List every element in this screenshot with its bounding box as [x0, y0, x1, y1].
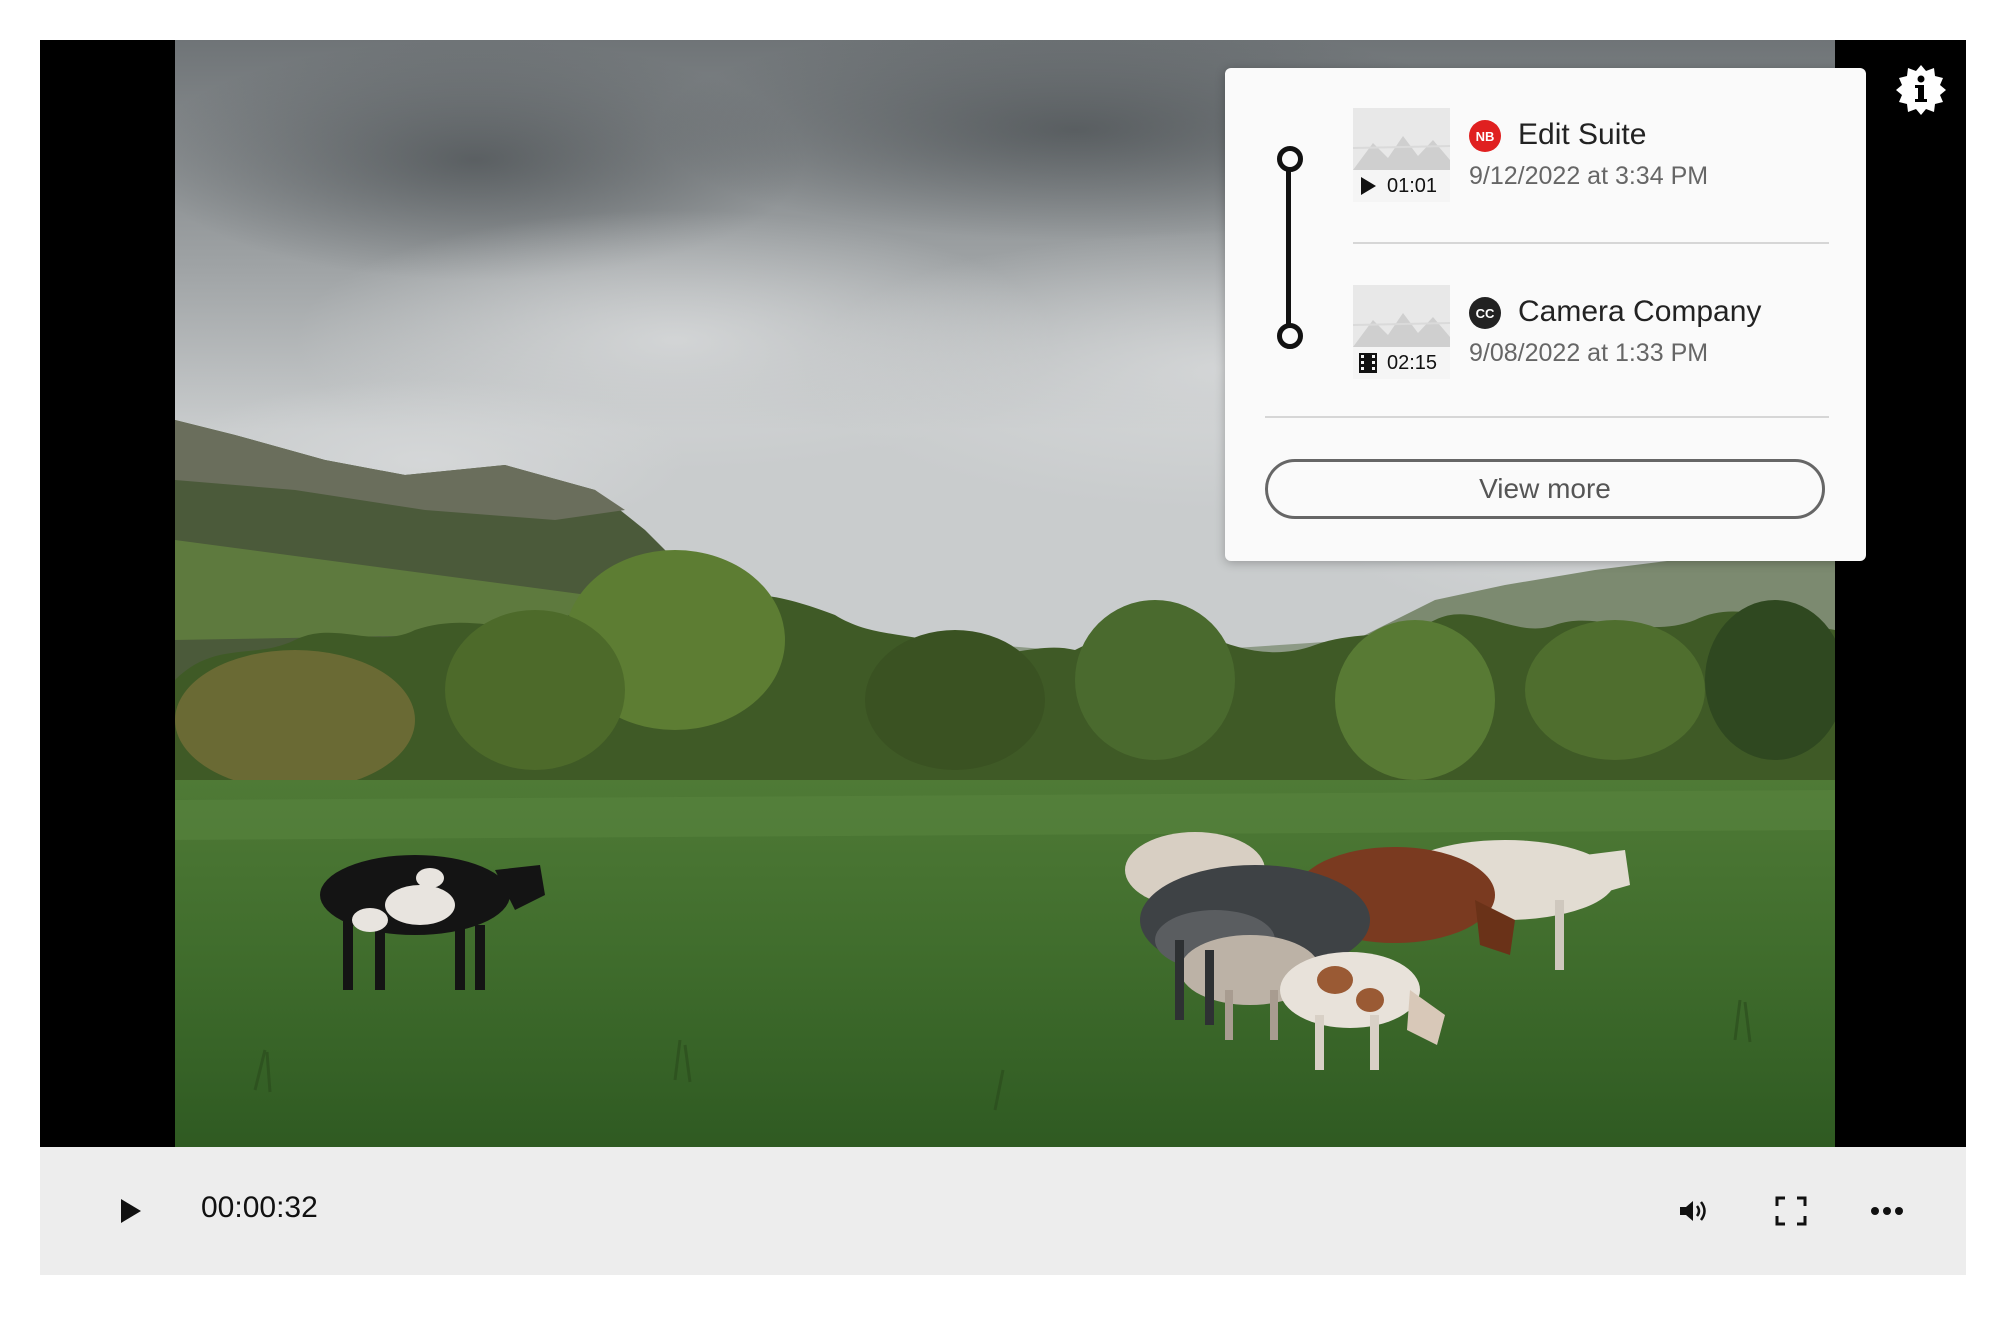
volume-button[interactable] [1665, 1181, 1725, 1241]
current-time: 00:00:32 [201, 1191, 318, 1224]
video-player: 01:01 NB Edit Suite 9/12/2022 at 3:34 PM [40, 40, 1966, 1275]
version-date: 9/12/2022 at 3:34 PM [1469, 162, 1709, 190]
version-duration: 01:01 [1387, 174, 1438, 197]
info-badge-icon [1896, 65, 1946, 115]
timeline-node [1277, 323, 1303, 349]
thumbnail-image [1353, 108, 1450, 170]
volume-icon [1680, 1201, 1706, 1221]
version-divider [1353, 242, 1829, 244]
film-icon [1357, 352, 1379, 374]
timeline-node [1277, 146, 1303, 172]
thumbnail-meta: 01:01 [1353, 170, 1450, 202]
fullscreen-button[interactable] [1761, 1181, 1821, 1241]
version-name: Camera Company [1518, 295, 1762, 328]
video-area[interactable]: 01:01 NB Edit Suite 9/12/2022 at 3:34 PM [40, 40, 1966, 1147]
version-name: Edit Suite [1518, 118, 1647, 151]
thumbnail-image [1353, 285, 1450, 347]
source-badge: NB [1469, 120, 1501, 152]
control-bar: 00:00:32 [40, 1147, 1966, 1275]
version-duration: 02:15 [1387, 351, 1438, 374]
timeline-line [1286, 156, 1291, 334]
thumbnail-meta: 02:15 [1353, 347, 1450, 379]
version-item-camera-company[interactable]: 02:15 CC Camera Company 9/08/2022 at 1:3… [1353, 285, 1829, 385]
play-button[interactable] [100, 1181, 160, 1241]
version-history-popover: 01:01 NB Edit Suite 9/12/2022 at 3:34 PM [1225, 68, 1866, 561]
more-options-button[interactable] [1857, 1181, 1917, 1241]
info-button[interactable] [1893, 62, 1949, 118]
source-badge: CC [1469, 297, 1501, 329]
view-more-button[interactable]: View more [1265, 459, 1825, 519]
version-date: 9/08/2022 at 1:33 PM [1469, 339, 1709, 367]
play-icon [1357, 175, 1379, 197]
version-thumbnail: 01:01 [1353, 108, 1450, 202]
more-icon [1871, 1207, 1903, 1215]
version-thumbnail: 02:15 [1353, 285, 1450, 379]
play-icon [121, 1199, 141, 1223]
fullscreen-icon [1775, 1196, 1807, 1226]
version-item-edit-suite[interactable]: 01:01 NB Edit Suite 9/12/2022 at 3:34 PM [1353, 108, 1829, 208]
version-divider [1265, 416, 1829, 418]
